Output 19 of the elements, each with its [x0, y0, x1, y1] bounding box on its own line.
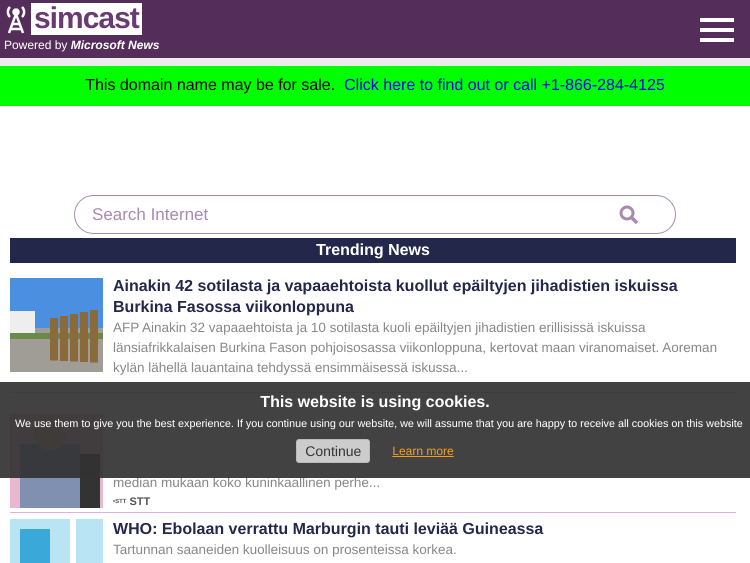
site-logo[interactable]: simcast	[31, 3, 142, 35]
sale-notice: This domain name may be for sale.	[85, 77, 336, 95]
powered-by-text: Powered by Microsoft News	[4, 38, 160, 52]
search-icon[interactable]	[619, 204, 639, 224]
source-name: STT	[129, 496, 150, 508]
article-summary: AFP Ainakin 32 vapaaehtoista ja 10 sotilasta kuoli epäiltyjen jihadistien erillisissä iskuissa länsiafrikkalaisen Burkina Fason pohjoisosassa viikonloppuna, kertovat maan viranomaiset. Aoreman kylän lähellä lauantaina tehdyssä ensimmäisessä iskussa...	[113, 319, 718, 377]
article-summary: Tartunnan saaneiden kuolleisuus on prosenteissa korkea.	[113, 541, 458, 559]
sale-link[interactable]: Click here to find out or call +1-866-284-4125	[344, 77, 665, 95]
learn-more-link[interactable]: Learn more	[392, 444, 454, 458]
article-title[interactable]: Ainakin 42 sotilasta ja vapaaehtoista kuollut epäiltyjen jihadistien iskuissa Burkina Fasossa viikonloppuna	[113, 276, 736, 318]
continue-button[interactable]: Continue	[296, 439, 370, 463]
article-title[interactable]: WHO: Ebolaan verrattu Marburgin tauti leviää Guineassa	[113, 519, 544, 540]
search-field[interactable]: Search Internet	[74, 195, 676, 234]
article-summary: median mukaan koko kuninkaallinen perhe...	[113, 474, 380, 492]
menu-icon[interactable]	[700, 18, 734, 42]
cookie-text: We use them to give you the best experience. If you continue using our website, we will assume that you are happy to receive all cookies on this website	[15, 418, 743, 430]
cookie-title: This website is using cookies.	[260, 394, 490, 412]
section-heading: Trending News	[10, 238, 736, 263]
antenna-icon	[4, 4, 28, 34]
